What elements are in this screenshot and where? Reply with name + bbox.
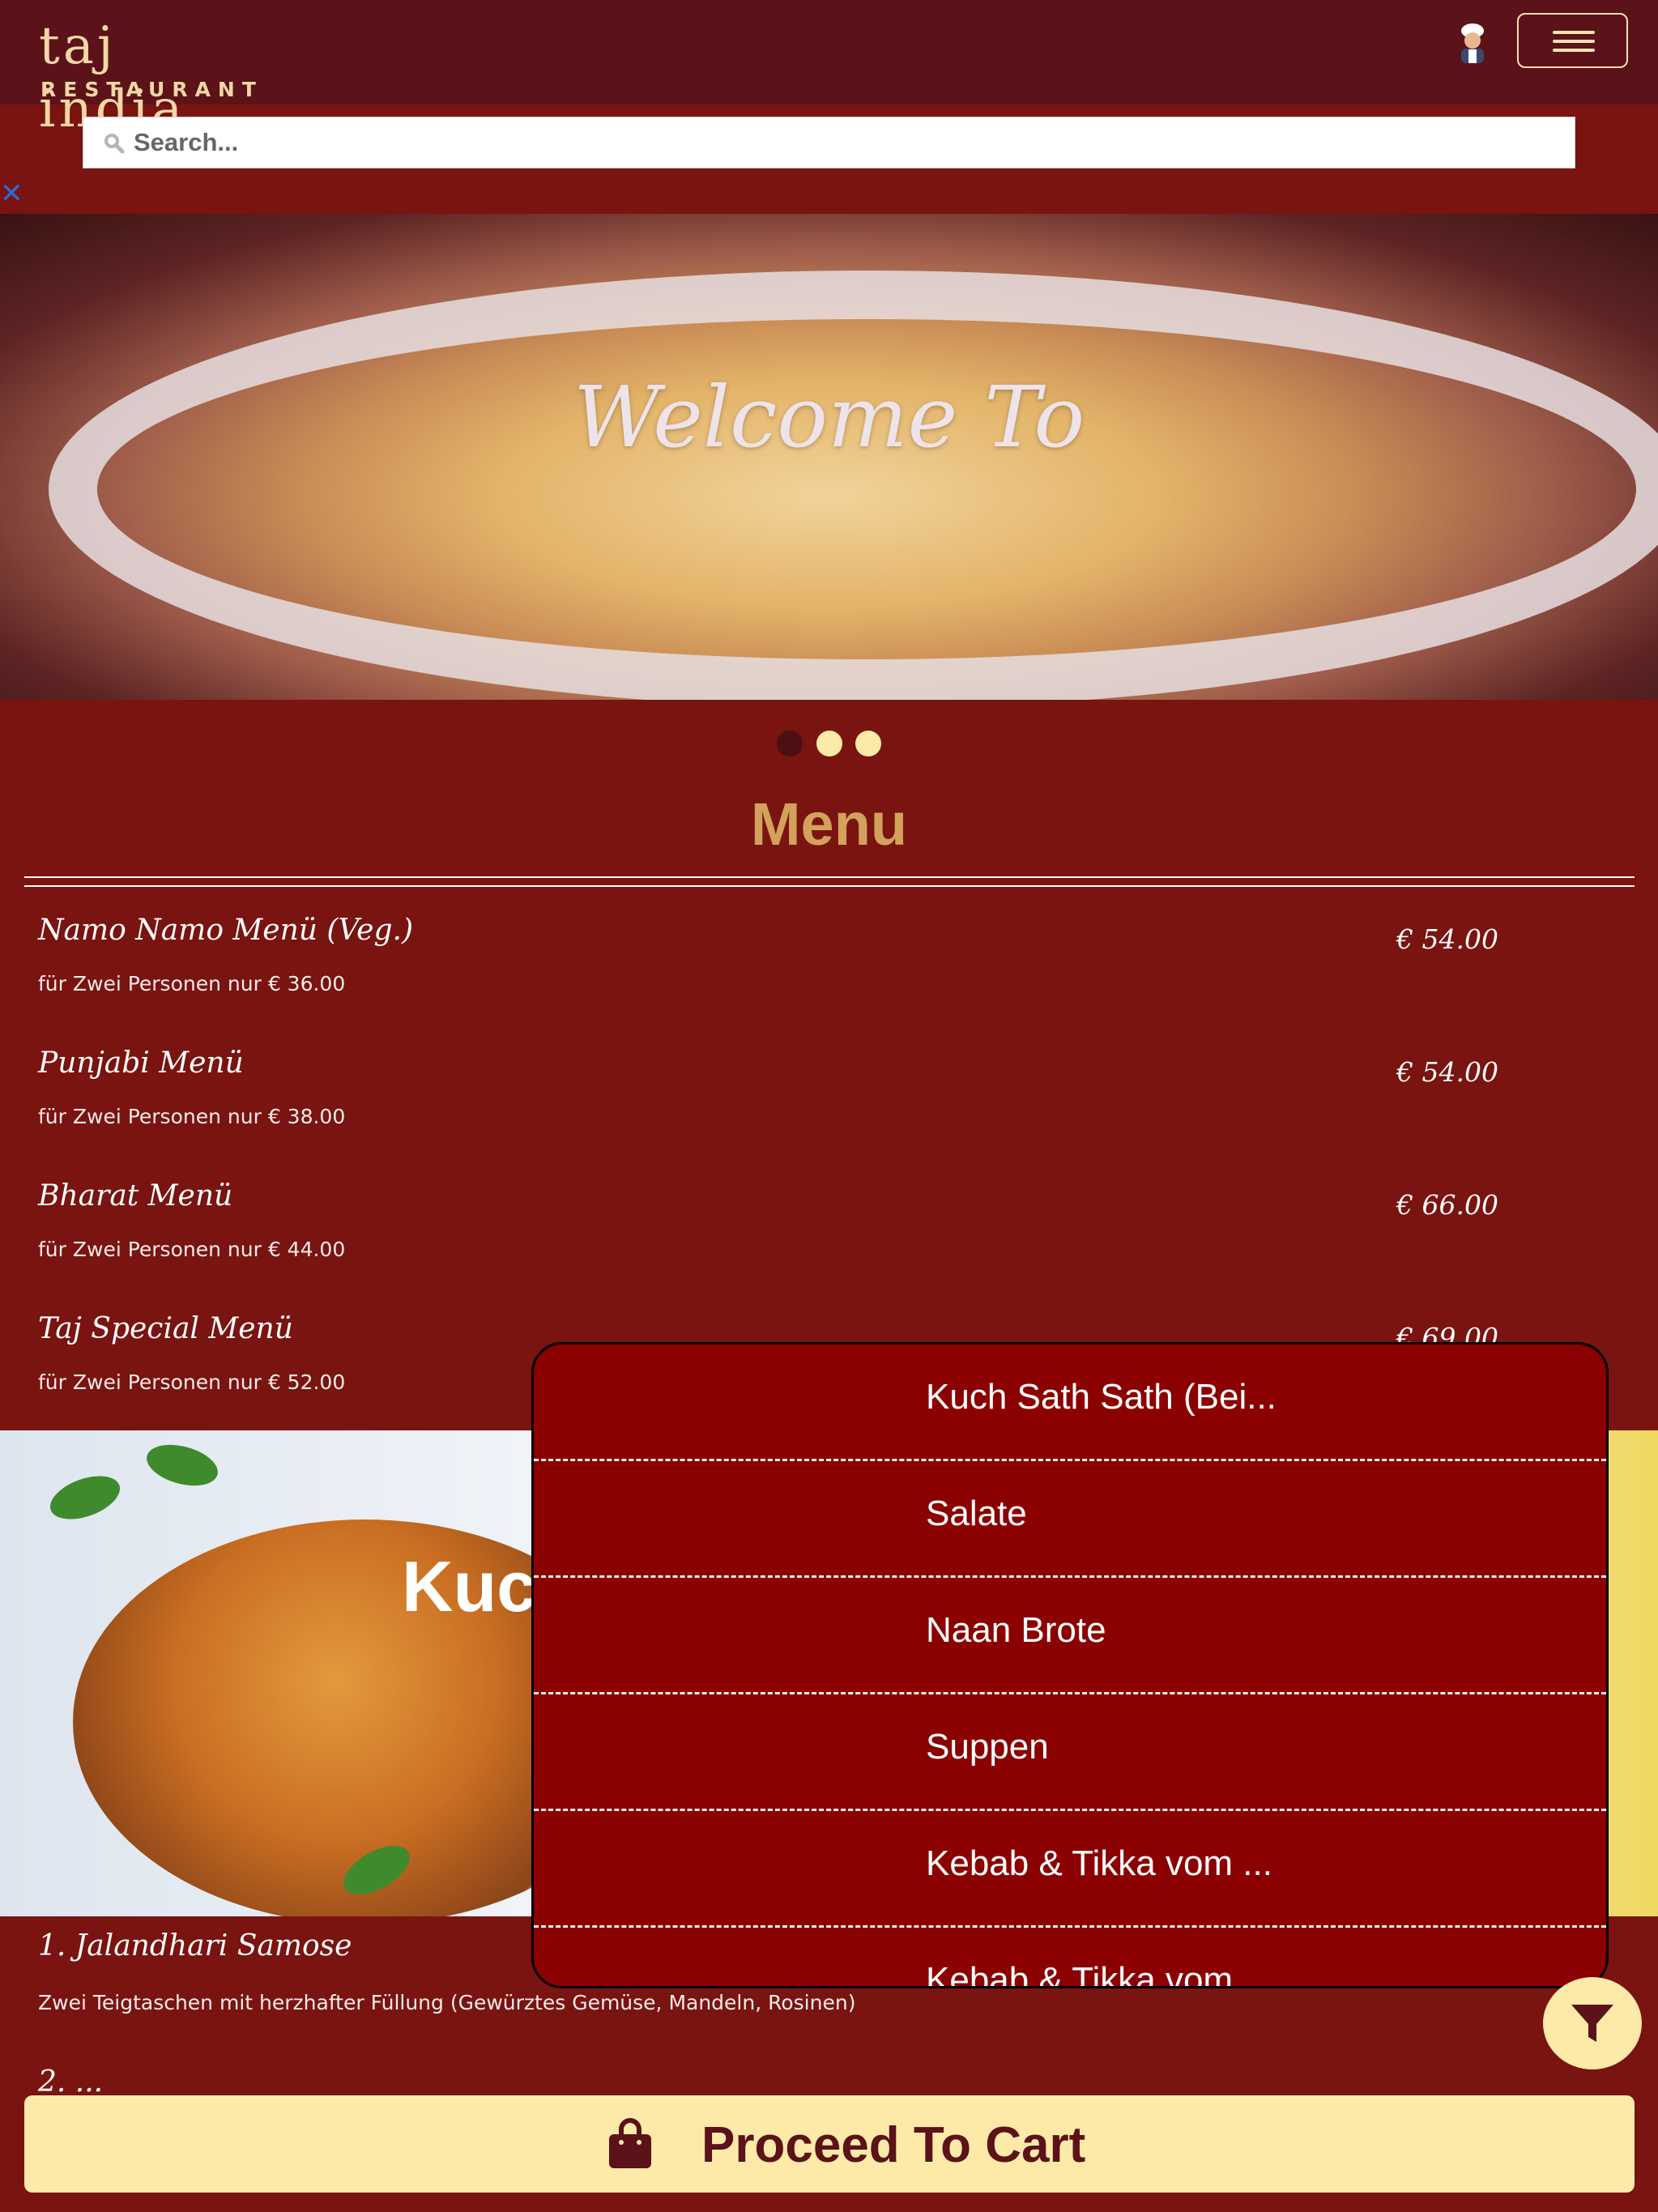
carousel-dot[interactable]	[855, 731, 881, 757]
hamburger-line	[1553, 40, 1595, 43]
category-dropdown: Kuch Sath Sath (Bei... Salate Naan Brote…	[531, 1342, 1609, 1988]
dish-desc: Zwei Teigtaschen mit herzhafter Füllung …	[38, 1991, 856, 2014]
category-item[interactable]: Kebab & Tikka vom ...	[534, 1811, 1606, 1928]
menu-item[interactable]: Namo Namo Menü (Veg.) für Zwei Personen …	[0, 906, 1658, 1038]
dish-name[interactable]: 2. ...	[38, 2065, 103, 2099]
menu-item[interactable]: Punjabi Menü für Zwei Personen nur € 38.…	[0, 1038, 1658, 1171]
hero-carousel: Welcome To	[0, 214, 1658, 700]
menu-item-name: Bharat Menü	[38, 1179, 233, 1213]
restaurant-logo[interactable]: taj india RESTAURANT	[39, 15, 258, 139]
menu-item-desc: für Zwei Personen nur € 36.00	[38, 972, 346, 995]
menu-item-price: € 54.00	[1396, 1056, 1498, 1088]
hero-food-image	[49, 271, 1658, 700]
proceed-to-cart-button[interactable]: Proceed To Cart	[24, 2095, 1635, 2193]
category-item-label: Kebab & Tikka vom ...	[926, 1960, 1272, 1988]
filter-button[interactable]	[1543, 1977, 1642, 2069]
category-item-label: Kuch Sath Sath (Bei...	[926, 1377, 1277, 1417]
menu-item-desc: für Zwei Personen nur € 38.00	[38, 1105, 346, 1128]
category-item[interactable]: Suppen	[534, 1694, 1606, 1811]
logo-subtitle: RESTAURANT	[40, 78, 263, 101]
hamburger-line	[1553, 49, 1595, 52]
divider	[24, 885, 1635, 887]
leaf-decoration	[44, 1467, 126, 1528]
search-bar	[83, 117, 1575, 168]
category-item-label: Kebab & Tikka vom ...	[926, 1843, 1272, 1883]
divider	[24, 876, 1635, 878]
menu-heading: Menu	[750, 791, 908, 858]
carousel-indicators	[0, 731, 1658, 758]
hamburger-menu-button[interactable]	[1517, 13, 1628, 68]
category-item[interactable]: Salate	[534, 1461, 1606, 1578]
category-item-label: Naan Brote	[926, 1610, 1106, 1650]
category-item[interactable]: Naan Brote	[534, 1578, 1606, 1694]
cart-button-label: Proceed To Cart	[701, 2117, 1086, 2173]
dish-name[interactable]: 1. Jalandhari Samose	[38, 1929, 352, 1963]
menu-item-desc: für Zwei Personen nur € 44.00	[38, 1238, 346, 1261]
category-item-label: Suppen	[926, 1727, 1049, 1767]
category-item-label: Salate	[926, 1494, 1027, 1533]
search-icon	[103, 132, 126, 155]
menu-item[interactable]: Bharat Menü für Zwei Personen nur € 44.0…	[0, 1171, 1658, 1304]
category-item[interactable]: Kebab & Tikka vom ...	[534, 1928, 1606, 1988]
filter-icon	[1571, 2005, 1613, 2042]
hamburger-icon	[1553, 31, 1595, 34]
carousel-dot[interactable]	[816, 731, 842, 757]
category-item[interactable]: Kuch Sath Sath (Bei...	[534, 1345, 1606, 1461]
menu-item-price: € 54.00	[1396, 923, 1498, 955]
chef-icon[interactable]	[1453, 23, 1492, 65]
leaf-decoration	[142, 1438, 223, 1493]
menu-item-name: Taj Special Menü	[38, 1312, 293, 1345]
top-header: taj india RESTAURANT	[0, 0, 1658, 139]
close-icon[interactable]: ✕	[0, 180, 23, 207]
shopping-bag-icon	[609, 2118, 651, 2168]
menu-item-price: € 66.00	[1396, 1189, 1498, 1221]
menu-item-name: Namo Namo Menü (Veg.)	[38, 914, 413, 947]
menu-item-name: Punjabi Menü	[38, 1046, 244, 1080]
carousel-dot[interactable]	[777, 731, 803, 757]
menu-item-desc: für Zwei Personen nur € 52.00	[38, 1370, 346, 1394]
search-input[interactable]	[134, 117, 1559, 168]
hero-title: Welcome To	[573, 368, 1085, 467]
